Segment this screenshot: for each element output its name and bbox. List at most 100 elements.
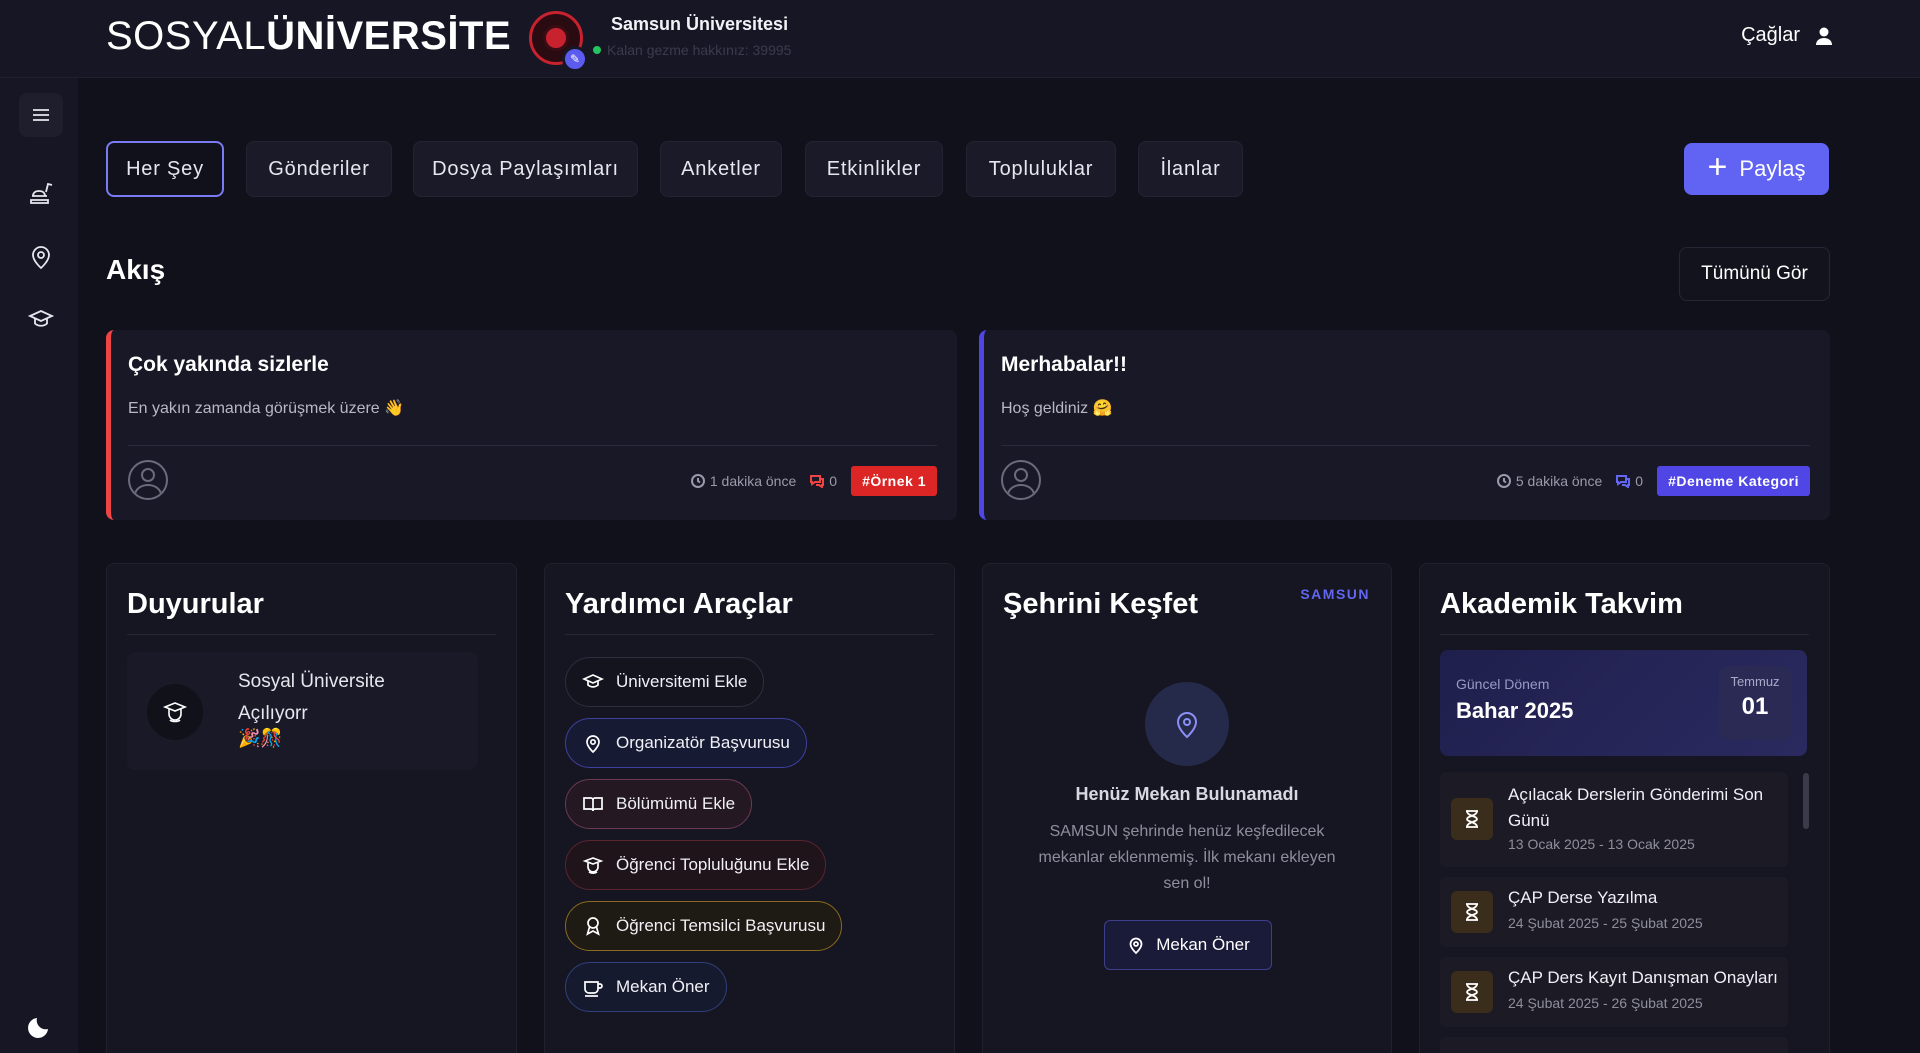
book-open-icon: [583, 797, 603, 812]
tab-all[interactable]: Her Şey: [106, 141, 224, 197]
brand-light: SOSYAL: [106, 14, 267, 58]
user-icon: [1816, 27, 1832, 45]
coffee-icon: [584, 981, 603, 997]
calendar-event[interactable]: ÇAP Derse Yazılma 24 Şubat 2025 - 25 Şub…: [1440, 877, 1788, 947]
term-value: Bahar 2025: [1456, 698, 1574, 723]
calendar-scrollbar[interactable]: [1803, 773, 1809, 829]
current-term-card: Güncel Dönem Bahar 2025 Temmuz 01: [1440, 650, 1807, 756]
post-comments[interactable]: 0: [1616, 473, 1643, 489]
tab-posts[interactable]: Gönderiler: [246, 141, 392, 197]
edit-university-icon[interactable]: ✎: [562, 46, 588, 72]
sidebar-item-university[interactable]: [19, 297, 63, 341]
calendar-title: Akademik Takvim: [1440, 588, 1683, 620]
calendar-event[interactable]: ÇAP Ders Kayıt Danışman Onayları 24 Şuba…: [1440, 957, 1788, 1027]
sidebar-item-food[interactable]: [19, 172, 63, 216]
hourglass-icon-wrap: [1451, 971, 1493, 1013]
switch-info-text: Kalan gezme hakkınız: 39995: [607, 42, 792, 58]
category-tag[interactable]: #Örnek 1: [851, 466, 937, 496]
hourglass-icon: [1466, 983, 1478, 1001]
suggest-place-label: Mekan Öner: [1156, 935, 1250, 954]
today-day: 01: [1741, 693, 1769, 720]
tool-label: Bölümümü Ekle: [616, 794, 736, 813]
event-dates: 24 Şubat 2025 - 25 Şubat 2025: [1508, 915, 1703, 931]
announcement-text: Sosyal Üniversite Açılıyorr: [238, 671, 385, 724]
tool-label: Öğrenci Topluluğunu Ekle: [616, 855, 810, 874]
post-time-text: 1 dakika önce: [709, 473, 797, 489]
announcement-item[interactable]: Sosyal Üniversite Açılıyorr 🎉🎊: [127, 652, 478, 770]
hourglass-icon-wrap: [1451, 891, 1493, 933]
graduation-cap-icon: [27, 310, 55, 327]
tab-file-shares[interactable]: Dosya Paylaşımları: [413, 141, 638, 197]
hourglass-icon: [1466, 810, 1478, 828]
menu-toggle-button[interactable]: [19, 93, 63, 137]
announcements-panel: Duyurular Sosyal Üniversite Açılıyorr 🎉🎊: [106, 563, 517, 1053]
tool-label: Mekan Öner: [616, 977, 710, 996]
calendar-event[interactable]: Açılacak Derslerin Gönderimi Son Günü 13…: [1440, 772, 1788, 867]
feed-title: Akış: [106, 254, 166, 285]
comment-count: 0: [1635, 473, 1644, 489]
brand-logo[interactable]: SOSYALÜNİVERSİTE: [106, 14, 511, 59]
university-logo[interactable]: ✎: [529, 11, 588, 72]
student-representative-button[interactable]: Öğrenci Temsilci Başvurusu: [565, 901, 843, 951]
post-card[interactable]: Merhabalar!! Hoş geldiniz 🤗 5 dakika önc…: [979, 330, 1830, 520]
map-pin-icon: [586, 735, 600, 754]
map-pin-icon: [1129, 937, 1143, 955]
post-title: Merhabalar!!: [1001, 353, 1128, 376]
map-pin-icon: [1176, 712, 1198, 739]
term-label: Güncel Dönem: [1456, 676, 1550, 692]
today-date: Temmuz 01: [1719, 666, 1791, 740]
sidebar: [0, 78, 78, 1053]
post-meta: 1 dakika önce 0 #Örnek 1: [690, 466, 937, 496]
divider: [565, 634, 934, 635]
sidebar-item-places[interactable]: [19, 235, 63, 279]
dark-mode-icon[interactable]: [28, 1012, 54, 1038]
hourglass-icon: [1466, 903, 1478, 921]
post-divider: [128, 445, 937, 446]
university-name[interactable]: Samsun Üniversitesi: [611, 14, 788, 35]
avatar[interactable]: [128, 460, 168, 500]
event-dates: 24 Şubat 2025 - 26 Şubat 2025: [1508, 995, 1703, 1011]
event-dates: 13 Ocak 2025 - 13 Ocak 2025: [1508, 836, 1695, 852]
clock-icon: [1496, 474, 1511, 488]
tab-events[interactable]: Etkinlikler: [805, 141, 943, 197]
add-student-community-button[interactable]: Öğrenci Topluluğunu Ekle: [565, 840, 827, 890]
city-badge: SAMSUN: [1300, 586, 1370, 602]
event-title: ÇAP Ders Kayıt Danışman Onayları: [1508, 968, 1778, 987]
students-icon: [582, 857, 604, 874]
university-switch-info: Kalan gezme hakkınız: 39995: [593, 42, 791, 58]
organizer-application-button[interactable]: Organizatör Başvurusu: [565, 718, 807, 768]
see-all-button[interactable]: Tümünü Gör: [1679, 247, 1830, 301]
event-title: Açılacak Derslerin Gönderimi Son Günü: [1508, 785, 1764, 830]
map-pin-icon: [32, 246, 50, 270]
suggest-place-button[interactable]: Mekan Öner: [1104, 920, 1272, 970]
plus-icon: +: [1707, 148, 1728, 186]
tool-label: Organizatör Başvurusu: [616, 733, 790, 752]
suggest-place-button[interactable]: Mekan Öner: [565, 962, 727, 1012]
calendar-event[interactable]: [1440, 1037, 1788, 1053]
category-tag[interactable]: #Deneme Kategori: [1657, 466, 1810, 496]
tools-title: Yardımcı Araçlar: [565, 588, 793, 620]
avatar[interactable]: [1001, 460, 1041, 500]
tab-listings[interactable]: İlanlar: [1138, 141, 1243, 197]
tool-label: Üniversitemi Ekle: [616, 672, 748, 691]
top-bar: SOSYALÜNİVERSİTE ✎ Samsun Üniversitesi K…: [0, 0, 1920, 78]
online-dot: [593, 46, 601, 54]
post-time: 1 dakika önce: [690, 473, 797, 489]
tab-polls[interactable]: Anketler: [660, 141, 782, 197]
post-time-text: 5 dakika önce: [1515, 473, 1603, 489]
empty-state-description: SAMSUN şehrinde henüz keşfedilecek mekan…: [1038, 823, 1336, 892]
tools-panel: Yardımcı Araçlar Üniversitemi Ekle Organ…: [544, 563, 955, 1053]
add-university-button[interactable]: Üniversitemi Ekle: [565, 657, 765, 707]
brand-bold: ÜNİVERSİTE: [266, 14, 512, 58]
post-comments[interactable]: 0: [810, 473, 837, 489]
comments-icon: [810, 475, 825, 488]
student-icon: [162, 702, 188, 723]
award-icon: [586, 917, 600, 936]
user-menu[interactable]: Çağlar: [1741, 24, 1834, 47]
post-card[interactable]: Çok yakında sizlerle En yakın zamanda gö…: [106, 330, 957, 520]
add-department-button[interactable]: Bölümümü Ekle: [565, 779, 753, 829]
today-month: Temmuz: [1730, 674, 1780, 689]
share-button[interactable]: + Paylaş: [1684, 143, 1829, 195]
divider: [1440, 634, 1809, 635]
tab-communities[interactable]: Topluluklar: [966, 141, 1116, 197]
